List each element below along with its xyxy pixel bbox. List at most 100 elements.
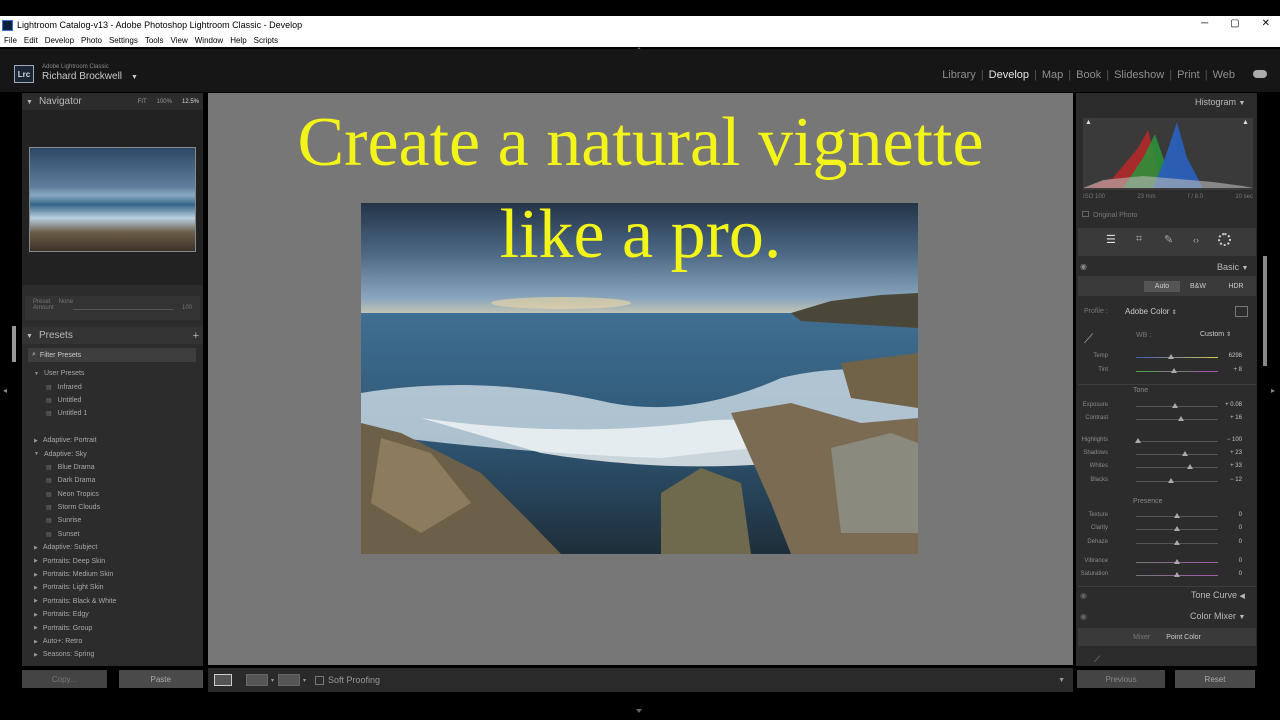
preset-item[interactable]: ▤ Sunrise: [34, 514, 194, 527]
filmstrip-toggle-icon[interactable]: [636, 709, 642, 713]
menu-settings[interactable]: Settings: [109, 36, 138, 45]
preset-item[interactable]: ▤ Untitled 1: [34, 407, 194, 420]
slider-track[interactable]: [1136, 357, 1218, 358]
filter-presets-input[interactable]: ⌕ Filter Presets: [28, 348, 196, 362]
slider-knob[interactable]: [1187, 464, 1194, 469]
shadow-clipping-icon[interactable]: ▲: [1085, 119, 1092, 126]
preset-item[interactable]: ▤ Storm Clouds: [34, 501, 194, 514]
chevron-down-icon[interactable]: ▾: [303, 677, 306, 684]
crop-icon[interactable]: ⌗: [1136, 233, 1142, 246]
left-scrollbar[interactable]: [12, 326, 16, 362]
menu-photo[interactable]: Photo: [81, 36, 102, 45]
slider-knob[interactable]: [1174, 513, 1180, 518]
menu-file[interactable]: File: [4, 36, 17, 45]
navigator-thumbnail[interactable]: [29, 147, 196, 252]
left-panel-toggle-icon[interactable]: ◂: [3, 386, 7, 395]
slider-knob[interactable]: [1182, 451, 1189, 456]
slider-knob[interactable]: [1174, 572, 1180, 577]
slider-highlights[interactable]: Highlights − 100: [1078, 435, 1250, 447]
slider-track[interactable]: [1136, 467, 1218, 468]
add-preset-icon[interactable]: +: [193, 330, 199, 342]
preset-group[interactable]: ▶ Portraits: Light Skin: [34, 581, 194, 594]
zoom-12[interactable]: 12.5%: [182, 99, 199, 105]
menu-scripts[interactable]: Scripts: [254, 36, 278, 45]
wb-select[interactable]: Custom ⇕: [1200, 331, 1231, 338]
slider-knob[interactable]: [1172, 403, 1179, 408]
slider-knob[interactable]: [1134, 438, 1141, 443]
preset-item[interactable]: ▤ Untitled: [34, 394, 194, 407]
slider-value[interactable]: 0: [1239, 571, 1242, 577]
red-eye-icon[interactable]: ‹›: [1193, 235, 1199, 245]
right-scrollbar[interactable]: [1263, 256, 1267, 366]
slider-value[interactable]: + 23: [1230, 450, 1242, 456]
auto-button[interactable]: Auto: [1144, 280, 1180, 292]
highlight-clipping-icon[interactable]: ▲: [1242, 119, 1249, 126]
slider-temp[interactable]: Temp 6298: [1078, 351, 1250, 363]
preset-group[interactable]: ▶ Adaptive: Portrait: [34, 434, 194, 447]
preset-group[interactable]: ▼ User Presets: [34, 367, 194, 380]
preset-group[interactable]: ▶ Portraits: Group: [34, 621, 194, 634]
preset-group[interactable]: ▶ Portraits: Medium Skin: [34, 568, 194, 581]
basic-header[interactable]: Basic ▼: [1217, 262, 1248, 272]
healing-icon[interactable]: ✎: [1164, 233, 1173, 246]
slider-knob[interactable]: [1178, 416, 1185, 421]
original-photo-toggle[interactable]: Original Photo: [1082, 211, 1137, 219]
slider-value[interactable]: − 100: [1227, 437, 1242, 443]
menu-window[interactable]: Window: [195, 36, 223, 45]
slider-exposure[interactable]: Exposure + 0.08: [1078, 400, 1250, 412]
slider-tint[interactable]: Tint + 8: [1078, 365, 1250, 377]
preset-group[interactable]: ▶ Adaptive: Subject: [34, 541, 194, 554]
slider-value[interactable]: 6298: [1229, 353, 1242, 359]
close-icon[interactable]: ✕: [1262, 18, 1270, 29]
slider-vibrance[interactable]: Vibrance 0: [1078, 556, 1250, 568]
presets-header[interactable]: ▼ Presets +: [22, 327, 203, 344]
slider-value[interactable]: − 12: [1230, 477, 1242, 483]
visibility-eye-icon[interactable]: ◉: [1080, 262, 1087, 271]
slider-knob[interactable]: [1174, 540, 1180, 545]
slider-value[interactable]: + 16: [1230, 415, 1242, 421]
slider-value[interactable]: 0: [1239, 558, 1242, 564]
menu-develop[interactable]: Develop: [45, 36, 74, 45]
slider-track[interactable]: [1136, 454, 1218, 455]
slider-value[interactable]: + 8: [1233, 367, 1242, 373]
menu-view[interactable]: View: [171, 36, 188, 45]
module-map[interactable]: Map: [1037, 69, 1068, 81]
navigator-header[interactable]: ▼ Navigator FIT 100% 12.5%: [22, 93, 203, 110]
visibility-eye-icon[interactable]: ◉: [1080, 612, 1087, 621]
slider-saturation[interactable]: Saturation 0: [1078, 569, 1250, 581]
reset-button[interactable]: Reset: [1175, 670, 1255, 688]
slider-blacks[interactable]: Blacks − 12: [1078, 475, 1250, 487]
zoom-fit[interactable]: FIT: [138, 99, 147, 105]
slider-value[interactable]: 0: [1239, 512, 1242, 518]
profile-select[interactable]: Adobe Color ⇕: [1125, 307, 1177, 316]
slider-knob[interactable]: [1168, 478, 1175, 483]
slider-whites[interactable]: Whites + 33: [1078, 461, 1250, 473]
preset-group[interactable]: ▶ Seasons: Spring: [34, 648, 194, 661]
amount-slider[interactable]: [73, 309, 173, 310]
preset-group[interactable]: ▶ Auto+: Retro: [34, 635, 194, 648]
menu-help[interactable]: Help: [230, 36, 246, 45]
zoom-100[interactable]: 100%: [157, 99, 172, 105]
slider-value[interactable]: + 0.08: [1225, 402, 1242, 408]
slider-value[interactable]: + 33: [1230, 463, 1242, 469]
compare-icon[interactable]: [278, 674, 301, 686]
tab-mixer[interactable]: Mixer: [1133, 634, 1150, 641]
masking-icon[interactable]: [1218, 233, 1231, 246]
module-library[interactable]: Library: [937, 69, 981, 81]
slider-track[interactable]: [1136, 441, 1218, 442]
cloud-icon[interactable]: [1253, 70, 1267, 78]
module-web[interactable]: Web: [1208, 69, 1240, 81]
slider-texture[interactable]: Texture 0: [1078, 510, 1250, 522]
module-print[interactable]: Print: [1172, 69, 1205, 81]
preset-group[interactable]: ▼ Adaptive: Sky: [34, 447, 194, 460]
slider-knob[interactable]: [1170, 368, 1177, 373]
sliders-icon[interactable]: ☰: [1106, 233, 1116, 246]
loupe-view-icon[interactable]: [214, 674, 232, 686]
bw-button[interactable]: B&W: [1180, 281, 1216, 292]
preset-item[interactable]: ▤ Neon Tropics: [34, 488, 194, 501]
slider-knob[interactable]: [1168, 354, 1175, 359]
tab-point-color[interactable]: Point Color: [1166, 634, 1201, 641]
slider-value[interactable]: 0: [1239, 525, 1242, 531]
profile-browser-icon[interactable]: [1235, 306, 1248, 317]
menu-tools[interactable]: Tools: [145, 36, 164, 45]
